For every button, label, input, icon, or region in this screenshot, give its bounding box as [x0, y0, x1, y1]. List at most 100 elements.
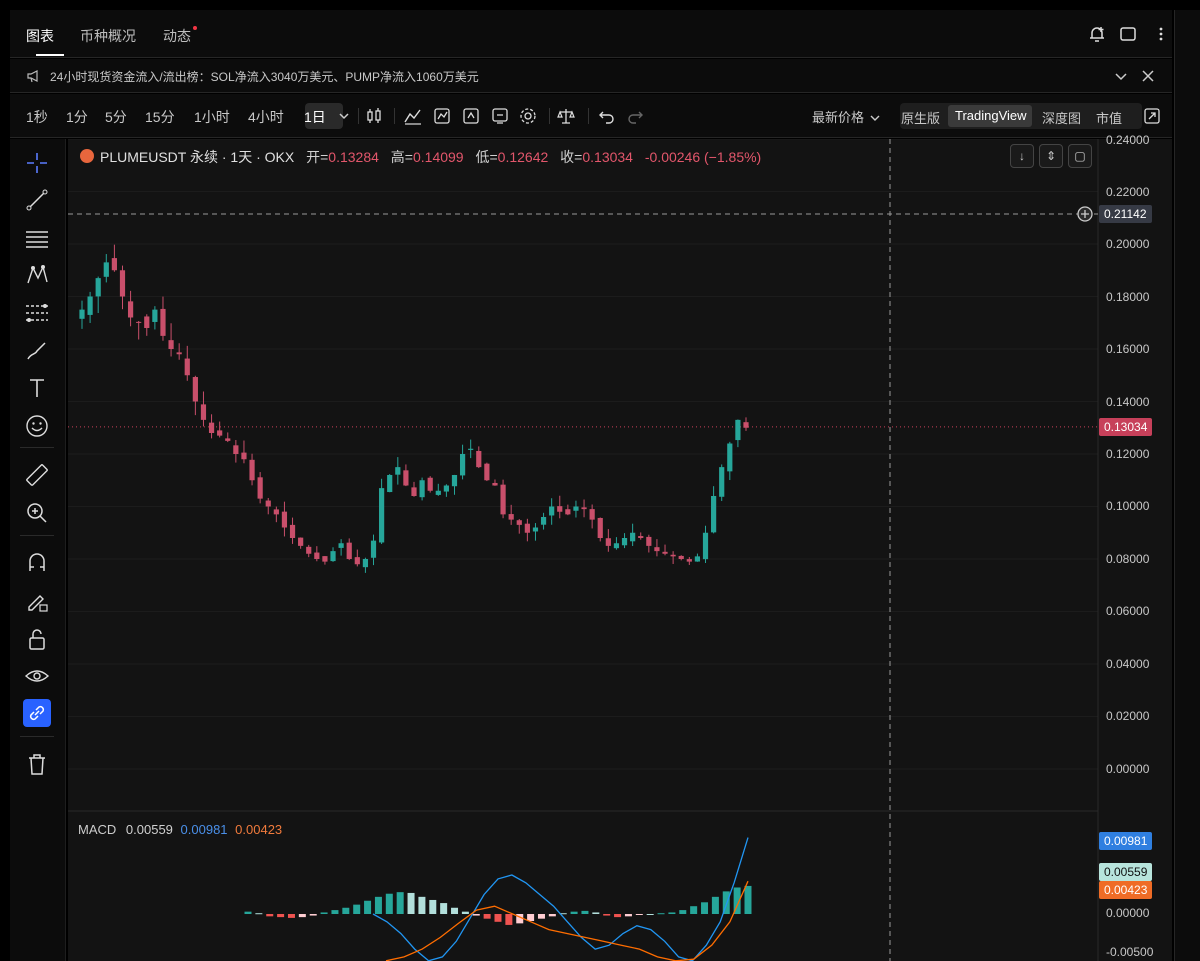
view-mode-native[interactable]: 原生版: [901, 108, 940, 127]
macd-histogram-bar: [461, 911, 469, 914]
interval-dropdown-icon[interactable]: [338, 109, 350, 127]
link-sync-icon[interactable]: [23, 699, 51, 727]
macd-histogram-bar: [744, 885, 752, 914]
chevron-down-icon[interactable]: [1114, 69, 1128, 88]
arrow-down-icon[interactable]: ↓: [1010, 144, 1034, 168]
interval-1m[interactable]: 1分: [66, 107, 88, 127]
add-alert-icon[interactable]: [1087, 24, 1107, 49]
undo-icon[interactable]: [597, 106, 617, 131]
horizontal-lines-icon[interactable]: [23, 224, 51, 252]
close-icon[interactable]: [1141, 69, 1155, 88]
price-mode-select[interactable]: 最新价格: [812, 107, 864, 126]
more-vertical-icon[interactable]: [1157, 24, 1165, 49]
macd-histogram-bar: [385, 893, 393, 914]
tab-chart[interactable]: 图表: [26, 26, 54, 46]
maximize-icon[interactable]: ▢: [1068, 144, 1092, 168]
fib-retracement-icon[interactable]: [23, 299, 51, 327]
interval-1d[interactable]: 1日: [304, 107, 326, 127]
brush-icon[interactable]: [23, 337, 51, 365]
interval-4h[interactable]: 4小时: [248, 107, 284, 127]
macd-hist-tag: 0.00559: [1099, 863, 1153, 881]
megaphone-icon: [26, 68, 42, 89]
macd-histogram-bar: [701, 902, 709, 914]
price-mode-chevron-icon[interactable]: [870, 110, 880, 128]
candle-body: [411, 487, 417, 496]
macd-hist-value: 0.00559: [125, 822, 173, 837]
candle-body: [103, 262, 109, 277]
coin-logo: [80, 149, 94, 163]
candle-body: [338, 543, 344, 548]
candle-body: [670, 554, 676, 557]
price-tick: 0.04000: [1106, 657, 1150, 671]
trash-icon[interactable]: [23, 750, 51, 778]
macd-tick: 0.00000: [1106, 906, 1150, 920]
view-mode-marketcap[interactable]: 市值: [1096, 108, 1122, 127]
text-tool-icon[interactable]: [23, 374, 51, 402]
price-tick: 0.22000: [1106, 185, 1150, 199]
view-mode-tradingview[interactable]: TradingView: [955, 108, 1027, 123]
interval-15m[interactable]: 15分: [145, 107, 175, 127]
candle-body: [646, 536, 652, 546]
macd-line-value: 0.00981: [180, 822, 228, 837]
interval-1h[interactable]: 1小时: [194, 107, 230, 127]
eye-icon[interactable]: [23, 662, 51, 690]
macd-signal-tag: 0.00423: [1099, 881, 1153, 899]
ruler-icon[interactable]: [23, 461, 51, 489]
alert-icon[interactable]: [490, 106, 510, 131]
candle-body: [273, 509, 279, 515]
candle-body: [435, 490, 441, 495]
fullscreen-icon[interactable]: [1142, 106, 1162, 131]
macd-histogram-bar: [614, 914, 622, 918]
crosshair-icon[interactable]: [23, 149, 51, 177]
macd-histogram-bar: [244, 911, 252, 914]
candle-body: [265, 500, 271, 507]
add-price-alert-icon[interactable]: [1076, 205, 1094, 228]
interval-5m[interactable]: 5分: [105, 107, 127, 127]
balance-scale-icon[interactable]: [556, 106, 576, 131]
candle-body: [573, 506, 579, 511]
compare-icon[interactable]: [432, 106, 452, 131]
redo-icon[interactable]: [625, 106, 645, 131]
zoom-in-icon[interactable]: [23, 499, 51, 527]
chart-canvas[interactable]: [68, 139, 1172, 961]
candle-body: [727, 443, 733, 472]
price-tick: 0.00000: [1106, 762, 1150, 776]
collapse-icon[interactable]: ⇕: [1039, 144, 1063, 168]
macd-histogram-bar: [548, 914, 556, 917]
candle-body: [654, 547, 660, 552]
interval-1s[interactable]: 1秒: [26, 107, 48, 127]
announcement-text[interactable]: 24小时现货资金流入/流出榜：SOL净流入3040万美元、PUMP净流入1060…: [50, 68, 479, 85]
pattern-icon[interactable]: [23, 261, 51, 289]
price-tick: 0.20000: [1106, 237, 1150, 251]
magnet-icon[interactable]: [23, 549, 51, 577]
candle-body: [322, 556, 328, 562]
settings-gear-icon[interactable]: [518, 106, 538, 131]
emoji-icon[interactable]: [23, 412, 51, 440]
macd-histogram-bar: [494, 914, 502, 922]
tab-feed[interactable]: 动态: [163, 26, 191, 46]
crosshair-price-tag: 0.21142: [1099, 205, 1152, 223]
macd-histogram-bar: [646, 914, 654, 915]
view-mode-depth[interactable]: 深度图: [1042, 108, 1081, 127]
tab-coin-overview[interactable]: 币种概况: [80, 26, 136, 46]
candle-body: [678, 555, 684, 559]
macd-histogram-bar: [331, 910, 339, 914]
candle-body: [144, 316, 150, 328]
lock-icon[interactable]: [23, 625, 51, 653]
indicators-icon[interactable]: [403, 106, 423, 131]
candle-body: [379, 488, 385, 543]
candle-body: [298, 537, 304, 546]
candle-body: [743, 422, 749, 428]
lock-drawing-icon[interactable]: [23, 587, 51, 615]
candle-body: [557, 506, 563, 512]
candle-body: [111, 258, 117, 271]
candle-body: [152, 309, 158, 322]
symbol-label[interactable]: PLUMEUSDT 永续 · 1天 · OKX: [100, 149, 294, 165]
replay-icon[interactable]: [461, 106, 481, 131]
layout-icon[interactable]: [1118, 24, 1138, 49]
price-chart[interactable]: PLUMEUSDT 永续 · 1天 · OKX 开=0.13284 高=0.14…: [68, 133, 1172, 961]
candle-body: [208, 422, 215, 433]
candle-type-icon[interactable]: [364, 106, 384, 131]
macd-tick: -0.00500: [1106, 945, 1154, 959]
trend-line-icon[interactable]: [23, 186, 51, 214]
